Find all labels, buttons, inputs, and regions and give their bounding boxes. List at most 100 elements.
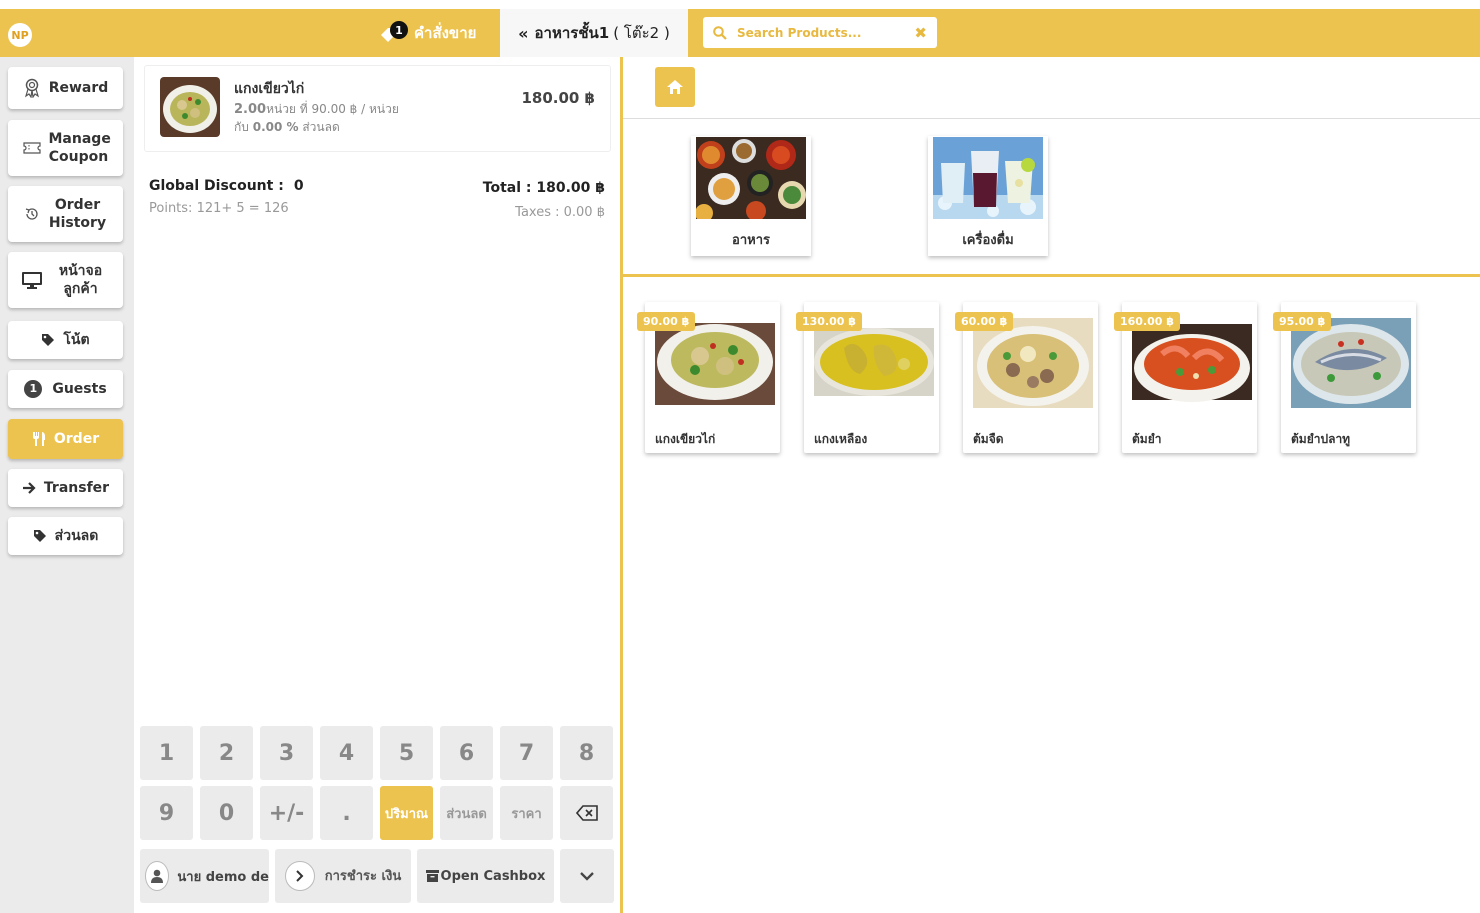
search-box[interactable]: Search Products... ✖: [703, 17, 937, 48]
order-button[interactable]: Order: [8, 419, 123, 459]
home-button[interactable]: [655, 67, 695, 107]
product-card-tom-yum-mackerel[interactable]: 95.00 ฿ ต้มยำปลาทู: [1273, 302, 1416, 453]
payment-button[interactable]: การชำระ เงิน: [275, 849, 411, 903]
price-badge: 90.00 ฿: [637, 312, 696, 331]
reward-label: Reward: [48, 80, 109, 96]
line-item-unit-price: หน่วย ที่ 90.00 ฿ / หน่วย: [266, 102, 399, 116]
key-0[interactable]: 0: [200, 786, 253, 840]
search-input[interactable]: Search Products...: [737, 26, 914, 40]
global-discount[interactable]: Global Discount : 0: [149, 178, 304, 194]
order-history-button[interactable]: Order History: [8, 186, 123, 242]
open-cashbox-label: Open Cashbox: [440, 868, 546, 884]
line-item-discount-suffix: ส่วนลด: [302, 120, 340, 134]
award-icon: [23, 78, 41, 98]
key-7[interactable]: 7: [500, 726, 553, 780]
product-image-clear-soup: [973, 318, 1093, 408]
product-name: ต้มยำ: [1132, 432, 1162, 446]
clear-search-icon[interactable]: ✖: [914, 24, 927, 42]
sales-order-label: คำสั่งขาย: [414, 24, 477, 42]
customer-screen-button[interactable]: หน้าจอ ลูกค้า: [8, 252, 123, 308]
tag-icon: [33, 529, 47, 543]
history-icon: [24, 206, 40, 222]
global-discount-value: 0: [293, 178, 304, 194]
guests-label: Guests: [52, 381, 107, 397]
product-name: แกงเขียวไก่: [655, 432, 716, 446]
product-image-yellow-curry: [814, 318, 934, 408]
customer-button[interactable]: นาย demo de: [140, 849, 269, 903]
order-line-item[interactable]: แกงเขียวไก่ 2.00หน่วย ที่ 90.00 ฿ / หน่ว…: [144, 65, 611, 152]
guests-count-badge: 1: [24, 380, 43, 398]
category-food[interactable]: อาหาร: [691, 136, 811, 256]
key-2[interactable]: 2: [200, 726, 253, 780]
top-bar: NP 1 คำสั่งขาย « อาหารชั้น1 ( โต๊ะ2 ) Se…: [0, 9, 1480, 57]
sales-order-tab[interactable]: 1 คำสั่งขาย: [380, 19, 476, 47]
product-card-tom-yum[interactable]: 160.00 ฿ ต้มยำ: [1114, 302, 1257, 453]
key-5[interactable]: 5: [380, 726, 433, 780]
search-icon: [713, 25, 727, 40]
category-bottom-divider: [623, 274, 1480, 277]
customer-name: นาย demo de: [177, 869, 269, 885]
key-plus-minus[interactable]: +/-: [260, 786, 313, 840]
note-label: โน้ต: [63, 332, 90, 348]
note-button[interactable]: โน้ต: [8, 321, 123, 359]
more-options-button[interactable]: [560, 849, 614, 903]
user-icon: [145, 861, 170, 891]
open-cashbox-button[interactable]: Open Cashbox: [417, 849, 554, 903]
transfer-button[interactable]: Transfer: [8, 469, 123, 507]
arrow-right-icon: [22, 482, 36, 494]
reward-button[interactable]: Reward: [8, 67, 123, 109]
key-1[interactable]: 1: [140, 726, 193, 780]
category-top-divider: [623, 118, 1480, 119]
chevron-down-icon: [580, 871, 594, 881]
line-item-discount-value: 0.00 %: [252, 120, 299, 134]
price-badge: 60.00 ฿: [955, 312, 1014, 331]
transfer-label: Transfer: [43, 480, 110, 496]
manage-coupon-button[interactable]: Manage Coupon: [8, 120, 123, 176]
sidebar: Reward Manage Coupon Order History หน้าจ…: [0, 57, 134, 913]
discount-button[interactable]: ส่วนลด: [8, 517, 123, 555]
app-logo[interactable]: NP: [8, 23, 32, 47]
line-item-discount-prefix: กับ: [234, 120, 249, 134]
product-card-clear-soup[interactable]: 60.00 ฿ ต้มจืด: [955, 302, 1098, 453]
home-icon: [667, 80, 683, 94]
tag-icon: [41, 333, 55, 347]
price-badge: 130.00 ฿: [796, 312, 862, 331]
category-drinks[interactable]: เครื่องดื่ม: [928, 136, 1048, 256]
discount-label: ส่วนลด: [54, 528, 99, 544]
line-item-qty: 2.00หน่วย ที่ 90.00 ฿ / หน่วย: [234, 100, 399, 119]
table-tab-zone: อาหารชั้น1: [534, 24, 610, 42]
key-decimal[interactable]: .: [320, 786, 373, 840]
monitor-icon: [21, 271, 43, 289]
category-food-label: อาหาร: [732, 233, 770, 248]
category-drinks-label: เครื่องดื่ม: [962, 233, 1014, 248]
order-count-badge: 1: [390, 21, 408, 39]
double-chevron-left-icon: «: [518, 23, 529, 43]
product-panel: อาหาร เครื่องดื่ม 90.00 ฿ แกงเขียวไก่ 13…: [623, 57, 1480, 913]
product-card-yellow-curry[interactable]: 130.00 ฿ แกงเหลือง: [796, 302, 939, 453]
qty-mode-button[interactable]: ปริมาณ: [380, 786, 433, 840]
chevron-right-icon: [285, 861, 315, 891]
price-mode-button[interactable]: ราคา: [500, 786, 553, 840]
product-name: ต้มยำปลาทู: [1291, 432, 1351, 446]
coupon-icon: [22, 142, 41, 154]
discount-mode-button[interactable]: ส่วนลด: [440, 786, 493, 840]
product-card-green-curry[interactable]: 90.00 ฿ แกงเขียวไก่: [637, 302, 780, 453]
order-total: Total : 180.00 ฿: [482, 180, 605, 196]
key-4[interactable]: 4: [320, 726, 373, 780]
key-8[interactable]: 8: [560, 726, 613, 780]
line-item-qty-value: 2.00: [234, 102, 267, 117]
order-history-label: Order History: [48, 197, 107, 231]
backspace-button[interactable]: [560, 786, 613, 840]
key-3[interactable]: 3: [260, 726, 313, 780]
points-summary: Points: 121+ 5 = 126: [149, 201, 289, 216]
key-6[interactable]: 6: [440, 726, 493, 780]
utensils-icon: [32, 431, 46, 447]
guests-button[interactable]: 1 Guests: [8, 370, 123, 408]
payment-label: การชำระ เงิน: [324, 868, 402, 884]
key-9[interactable]: 9: [140, 786, 193, 840]
table-tab-table: ( โต๊ะ2 ): [613, 24, 670, 42]
product-name: ต้มจืด: [973, 432, 1004, 446]
table-tab[interactable]: « อาหารชั้น1 ( โต๊ะ2 ): [500, 9, 688, 57]
product-image-tom-yum-mackerel: [1291, 318, 1411, 408]
category-food-image: [696, 137, 806, 219]
